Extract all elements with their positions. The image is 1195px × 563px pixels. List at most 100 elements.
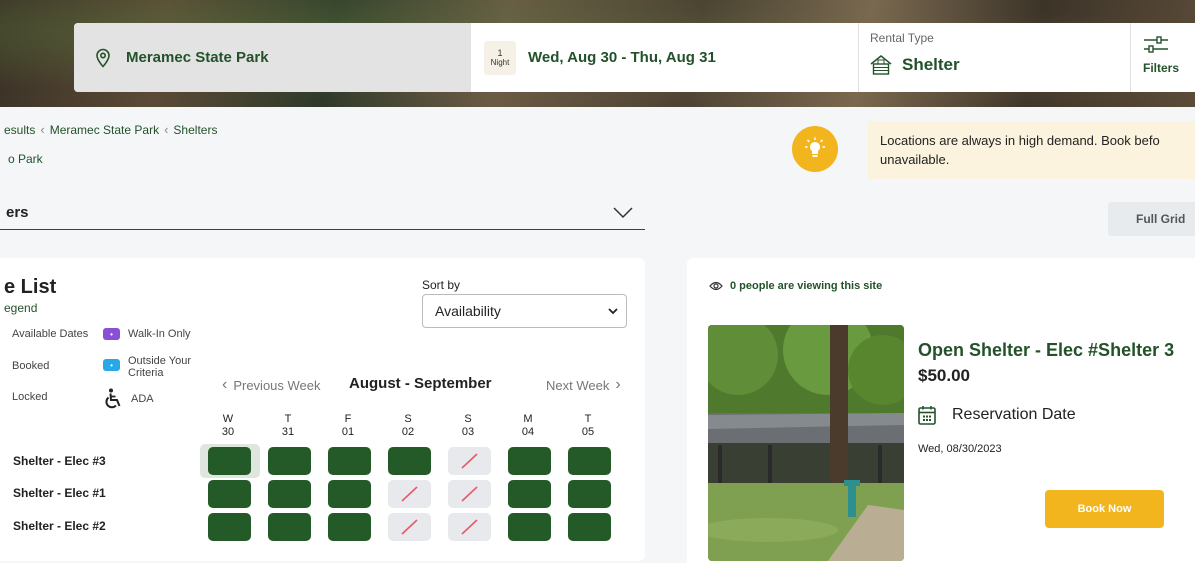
day-header: S 02 xyxy=(388,413,428,439)
shelter-icon xyxy=(870,55,892,75)
location-field[interactable]: Meramec State Park xyxy=(74,23,471,92)
nights-count: 1 xyxy=(497,48,503,58)
available-date-cell[interactable] xyxy=(388,447,431,475)
viewers-text: 0 people are viewing this site xyxy=(730,280,883,292)
legend-walk-in-label: Walk-In Only xyxy=(128,328,191,340)
available-date-cell[interactable] xyxy=(268,480,311,508)
site-price: $50.00 xyxy=(918,366,970,385)
booked-date-cell[interactable] xyxy=(388,513,431,541)
booked-slash-icon xyxy=(461,519,478,535)
available-date-cell[interactable] xyxy=(568,447,611,475)
day-header: M 04 xyxy=(508,413,548,439)
booked-date-cell[interactable] xyxy=(388,480,431,508)
available-date-cell[interactable] xyxy=(508,447,551,475)
location-value: Meramec State Park xyxy=(126,49,269,66)
available-date-cell[interactable] xyxy=(568,480,611,508)
day-header: T 05 xyxy=(568,413,608,439)
booked-date-cell[interactable] xyxy=(448,513,491,541)
viewers-notice: 0 people are viewing this site xyxy=(709,280,882,292)
breadcrumb-shelters[interactable]: Shelters xyxy=(173,123,217,137)
breadcrumb-park[interactable]: Meramec State Park xyxy=(50,123,159,137)
day-header: W 30 xyxy=(208,413,248,439)
site-photo[interactable] xyxy=(708,325,904,561)
facility-selected: ers xyxy=(6,204,29,221)
booked-date-cell[interactable] xyxy=(448,480,491,508)
site-row-label[interactable]: Shelter - Elec #3 xyxy=(13,454,106,468)
selected-date-cell[interactable] xyxy=(208,447,251,475)
day-number: 04 xyxy=(521,426,535,438)
back-to-park-link[interactable]: o Park xyxy=(8,152,43,166)
booked-slash-icon xyxy=(461,453,478,469)
legend-walk-in: • Walk-In Only xyxy=(103,328,191,340)
site-row-label[interactable]: Shelter - Elec #2 xyxy=(13,519,106,533)
day-number: 05 xyxy=(581,426,595,438)
day-of-week: S xyxy=(404,413,412,425)
date-range-heading: August - September xyxy=(349,375,492,392)
day-number: 02 xyxy=(401,426,415,438)
reservation-date-value: Wed, 08/30/2023 xyxy=(918,443,1002,455)
search-bar: Meramec State Park 1 Night Wed, Aug 30 -… xyxy=(74,23,1195,92)
rental-type-field[interactable]: Rental Type Shelter xyxy=(859,23,1131,92)
full-grid-button[interactable]: Full Grid xyxy=(1108,202,1195,236)
available-date-cell[interactable] xyxy=(268,513,311,541)
legend-ada: ADA xyxy=(103,388,154,410)
available-date-cell[interactable] xyxy=(328,447,371,475)
booked-slash-icon xyxy=(401,519,418,535)
day-of-week: S xyxy=(464,413,472,425)
eye-icon xyxy=(709,281,723,291)
legend-available-label: Available Dates xyxy=(12,328,89,340)
legend-toggle[interactable]: egend xyxy=(4,301,37,315)
available-date-cell[interactable] xyxy=(508,513,551,541)
next-week-button[interactable]: Next Week › xyxy=(546,376,621,394)
available-date-cell[interactable] xyxy=(508,480,551,508)
sort-by-select[interactable]: Availability xyxy=(422,294,627,328)
chevron-left-icon: ‹ xyxy=(40,122,45,137)
available-date-cell[interactable] xyxy=(208,480,251,508)
chevron-down-icon xyxy=(613,206,633,218)
reservation-date-label: Reservation Date xyxy=(952,406,1076,423)
booked-date-cell[interactable] xyxy=(448,447,491,475)
rental-type-value: Shelter xyxy=(902,55,960,74)
booked-slash-icon xyxy=(461,486,478,502)
day-number: 03 xyxy=(461,426,475,438)
chevron-right-icon: › xyxy=(615,376,621,393)
next-week-label: Next Week xyxy=(546,377,610,393)
legend-locked-label: Locked xyxy=(12,391,48,403)
demand-tip: Locations are always in high demand. Boo… xyxy=(868,121,1195,179)
available-date-cell[interactable] xyxy=(328,513,371,541)
walk-in-swatch-icon: • xyxy=(103,328,120,340)
date-range-value: Wed, Aug 30 - Thu, Aug 31 xyxy=(528,49,716,66)
legend-available: Available Dates xyxy=(12,328,88,340)
nights-badge: 1 Night xyxy=(484,40,516,75)
available-date-cell[interactable] xyxy=(328,480,371,508)
site-details-card: 0 people are viewing this site Open Shel… xyxy=(687,258,1195,563)
map-pin-icon xyxy=(96,48,110,68)
available-date-cell[interactable] xyxy=(208,513,251,541)
day-number: 31 xyxy=(281,426,295,438)
available-date-cell[interactable] xyxy=(568,513,611,541)
reservation-date-heading: Reservation Date xyxy=(918,405,1076,425)
site-list-title: e List xyxy=(4,276,57,298)
day-of-week: F xyxy=(344,413,352,425)
breadcrumb-results[interactable]: esults xyxy=(4,123,35,137)
site-row-label[interactable]: Shelter - Elec #1 xyxy=(13,486,106,500)
day-header: S 03 xyxy=(448,413,488,439)
previous-week-button[interactable]: ‹ Previous Week xyxy=(222,376,321,394)
facility-dropdown[interactable]: ers xyxy=(0,196,645,230)
day-header: F 01 xyxy=(328,413,368,439)
site-name: Open Shelter - Elec #Shelter 3 xyxy=(918,340,1175,360)
available-date-cell[interactable] xyxy=(268,447,311,475)
filters-button[interactable]: Filters xyxy=(1131,23,1195,92)
day-number: 30 xyxy=(221,426,235,438)
legend-locked: Locked xyxy=(12,391,47,403)
site-list-card: e List egend Available Dates Booked Lock… xyxy=(0,258,645,561)
booked-slash-icon xyxy=(401,486,418,502)
wheelchair-icon xyxy=(105,388,121,409)
date-range-field[interactable]: 1 Night Wed, Aug 30 - Thu, Aug 31 xyxy=(471,23,859,92)
book-now-button[interactable]: Book Now xyxy=(1045,490,1164,528)
sort-by-label: Sort by xyxy=(422,278,461,292)
previous-week-label: Previous Week xyxy=(233,377,321,393)
day-of-week: M xyxy=(523,413,533,425)
outside-criteria-swatch-icon: • xyxy=(103,359,120,371)
chevron-left-icon: ‹ xyxy=(222,376,228,393)
